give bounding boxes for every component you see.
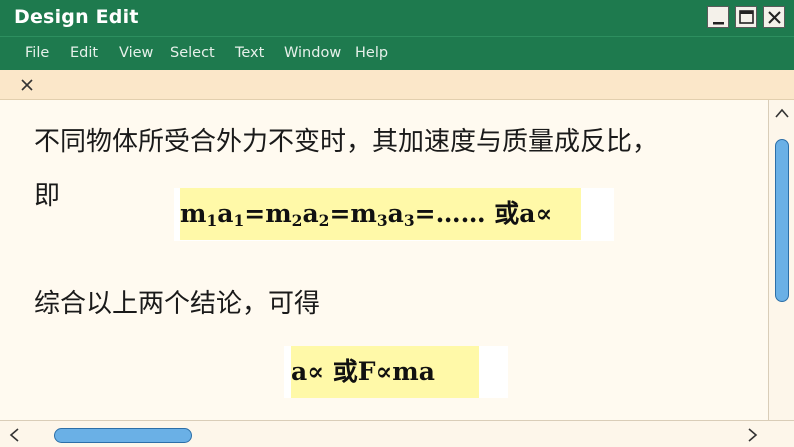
close-document-button[interactable] — [18, 76, 36, 94]
document-tab-bar — [0, 70, 794, 100]
formula-1-sub: 3 — [403, 210, 415, 230]
formula-1-term: a — [302, 199, 319, 228]
formula-1: m1a1=m2a2=m3a3=…… 或a∝ — [180, 188, 581, 240]
document-canvas[interactable]: 不同物体所受合外力不变时，其加速度与质量成反比， 即 m1a1=m2a2=m3a… — [0, 100, 768, 420]
maximize-button[interactable] — [735, 6, 757, 28]
close-icon — [21, 79, 33, 91]
menu-window[interactable]: Window — [284, 45, 341, 61]
minimize-icon — [713, 22, 724, 25]
close-icon — [768, 11, 781, 24]
formula-1-eq: = — [244, 199, 266, 228]
close-window-button[interactable] — [763, 6, 785, 28]
menu-edit[interactable]: Edit — [70, 45, 98, 61]
menu-select[interactable]: Select — [170, 45, 215, 61]
formula-1-tail: =…… 或a∝ — [414, 199, 553, 228]
formula-1-sub: 1 — [206, 210, 218, 230]
scroll-up-arrow-icon[interactable] — [774, 107, 790, 119]
text-line-3: 综合以上两个结论，可得 — [34, 289, 321, 319]
formula-1-term: m — [180, 199, 207, 228]
scroll-right-arrow-icon[interactable] — [747, 427, 759, 443]
formula-1-sub: 2 — [318, 210, 330, 230]
maximize-icon — [739, 10, 754, 24]
menu-file[interactable]: File — [25, 45, 49, 61]
formula-1-term: m — [265, 199, 292, 228]
text-line-2: 即 — [34, 181, 61, 211]
formula-1-eq: = — [329, 199, 351, 228]
formula-1-sub: 1 — [233, 210, 245, 230]
formula-1-sub: 3 — [376, 210, 388, 230]
formula-1-term: a — [217, 199, 234, 228]
menu-text[interactable]: Text — [235, 45, 264, 61]
text-line-1: 不同物体所受合外力不变时，其加速度与质量成反比， — [34, 127, 659, 157]
formula-1-sub: 2 — [291, 210, 303, 230]
horizontal-scroll-thumb[interactable] — [54, 428, 192, 443]
menu-view[interactable]: View — [119, 45, 153, 61]
menu-help[interactable]: Help — [355, 45, 388, 61]
menu-bar: File Edit View Select Text Window Help — [0, 36, 794, 70]
title-bar: Design Edit — [0, 0, 794, 36]
formula-2: a∝ 或F∝ma — [291, 346, 479, 398]
minimize-button[interactable] — [707, 6, 729, 28]
scroll-left-arrow-icon[interactable] — [8, 427, 20, 443]
vertical-scrollbar[interactable] — [768, 100, 794, 437]
formula-1-term: a — [387, 199, 404, 228]
formula-1-term: m — [350, 199, 377, 228]
window-title: Design Edit — [14, 6, 139, 28]
horizontal-scrollbar[interactable] — [0, 420, 794, 447]
vertical-scroll-thumb[interactable] — [775, 139, 789, 302]
